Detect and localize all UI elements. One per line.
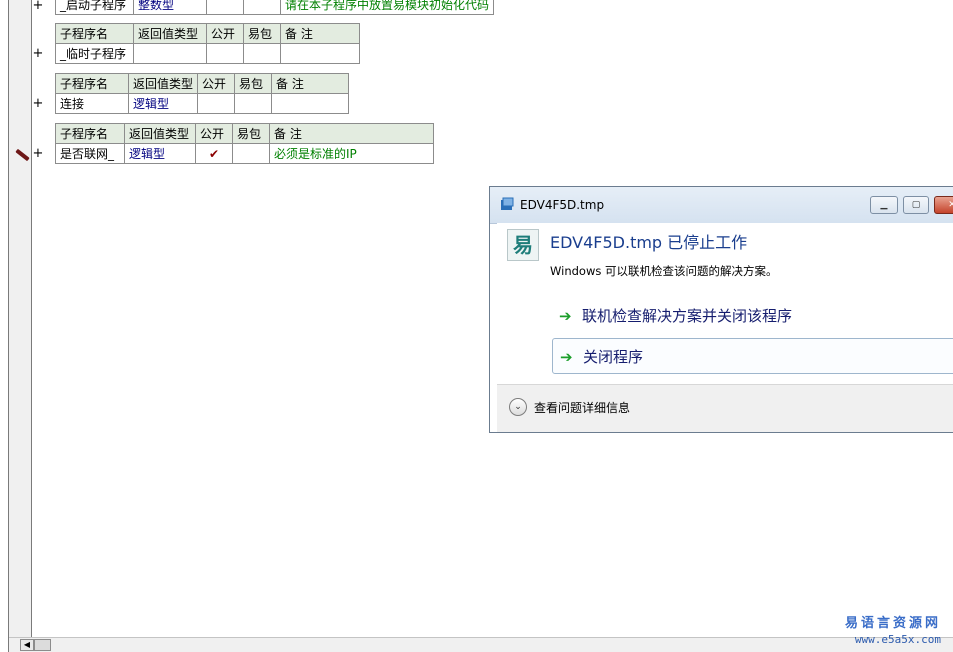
easy-language-app-icon: 易 bbox=[507, 229, 539, 261]
gutter bbox=[9, 0, 31, 638]
maximize-button[interactable]: ▢ bbox=[903, 196, 929, 214]
header-package: 易包 bbox=[234, 73, 273, 94]
crash-dialog: EDV4F5D.tmp ▁ ▢ ✕ 易 EDV4F5D.tmp 已停止工作 Wi… bbox=[489, 186, 953, 433]
header-return-type: 返回值类型 bbox=[133, 23, 207, 44]
subroutine-table: 子程序名 返回值类型 公开 易包 备 注 连接 逻辑型 bbox=[55, 73, 350, 114]
cell-subroutine-name[interactable]: 连接 bbox=[55, 93, 129, 114]
header-subroutine-name: 子程序名 bbox=[55, 73, 129, 94]
minimize-button[interactable]: ▁ bbox=[870, 196, 898, 214]
cell-subroutine-name[interactable]: _启动子程序 bbox=[55, 0, 134, 15]
check-online-and-close-button[interactable]: ➔ 联机检查解决方案并关闭该程序 bbox=[552, 298, 953, 334]
header-remark: 备 注 bbox=[271, 73, 350, 94]
dialog-subtext: Windows 可以联机检查该问题的解决方案。 bbox=[550, 264, 778, 278]
cell-remark[interactable] bbox=[280, 43, 360, 64]
header-return-type: 返回值类型 bbox=[124, 123, 196, 144]
subroutine-table: 子程序名 返回值类型 公开 易包 备 注 _临时子程序 bbox=[55, 23, 360, 64]
cell-remark[interactable] bbox=[271, 93, 350, 114]
header-return-type: 返回值类型 bbox=[127, 73, 199, 94]
cell-public[interactable] bbox=[206, 0, 244, 15]
watermark-url: www.e5a5x.com bbox=[854, 633, 941, 646]
subroutine-table: _启动子程序 整数型 请在本子程序中放置易模块初始化代码 bbox=[55, 0, 495, 15]
header-public: 公开 bbox=[195, 123, 233, 144]
command-label: 联机检查解决方案并关闭该程序 bbox=[582, 307, 793, 325]
header-subroutine-name: 子程序名 bbox=[55, 23, 134, 44]
cell-package[interactable] bbox=[243, 0, 281, 15]
green-arrow-icon: ➔ bbox=[559, 307, 572, 325]
cell-package[interactable] bbox=[243, 43, 281, 64]
cell-remark[interactable]: 必须是标准的IP bbox=[269, 143, 434, 164]
dialog-title: EDV4F5D.tmp bbox=[520, 198, 605, 212]
green-arrow-icon: ➔ bbox=[560, 348, 573, 366]
view-problem-details-link[interactable]: 查看问题详细信息 bbox=[534, 399, 630, 416]
cell-subroutine-name[interactable]: 是否联网_ bbox=[55, 143, 125, 164]
subroutine-table: 子程序名 返回值类型 公开 易包 备 注 是否联网_ 逻辑型 ✔ 必须是标准的I… bbox=[55, 123, 434, 164]
cell-public[interactable] bbox=[197, 93, 236, 114]
scroll-left-arrow-icon[interactable]: ◀ bbox=[20, 639, 34, 651]
header-remark: 备 注 bbox=[269, 123, 434, 144]
header-subroutine-name: 子程序名 bbox=[55, 123, 125, 144]
expand-toggle[interactable]: + bbox=[32, 147, 44, 161]
cell-return-type[interactable]: 整数型 bbox=[133, 0, 207, 15]
dialog-heading: EDV4F5D.tmp 已停止工作 bbox=[550, 233, 748, 252]
cell-public-checkmark[interactable]: ✔ bbox=[195, 143, 233, 164]
watermark-title: 易语言资源网 bbox=[844, 616, 941, 631]
close-program-button[interactable]: ➔ 关闭程序 bbox=[552, 338, 953, 374]
cell-public[interactable] bbox=[206, 43, 244, 64]
expand-toggle[interactable]: + bbox=[32, 97, 44, 111]
dialog-content: 易 EDV4F5D.tmp 已停止工作 Windows 可以联机检查该问题的解决… bbox=[497, 223, 953, 379]
expand-toggle[interactable]: + bbox=[32, 0, 44, 13]
cell-package[interactable] bbox=[232, 143, 270, 164]
horizontal-scrollbar[interactable]: ◀ bbox=[9, 637, 953, 652]
chevron-down-icon[interactable]: ⌄ bbox=[509, 398, 527, 416]
cell-package[interactable] bbox=[234, 93, 273, 114]
command-label: 关闭程序 bbox=[583, 348, 644, 366]
dialog-footer: ⌄ 查看问题详细信息 bbox=[497, 384, 953, 432]
header-public: 公开 bbox=[206, 23, 244, 44]
header-remark: 备 注 bbox=[280, 23, 360, 44]
app-window-icon bbox=[501, 197, 514, 210]
scroll-thumb[interactable] bbox=[34, 639, 51, 651]
header-public: 公开 bbox=[197, 73, 236, 94]
cell-return-type[interactable] bbox=[133, 43, 207, 64]
header-package: 易包 bbox=[243, 23, 281, 44]
cell-return-type[interactable]: 逻辑型 bbox=[127, 93, 199, 114]
expand-toggle[interactable]: + bbox=[32, 47, 44, 61]
header-package: 易包 bbox=[232, 123, 270, 144]
dialog-titlebar[interactable]: EDV4F5D.tmp ▁ ▢ ✕ bbox=[490, 187, 953, 224]
cell-return-type[interactable]: 逻辑型 bbox=[124, 143, 196, 164]
close-button[interactable]: ✕ bbox=[934, 196, 953, 214]
cell-subroutine-name[interactable]: _临时子程序 bbox=[55, 43, 134, 64]
cell-remark[interactable]: 请在本子程序中放置易模块初始化代码 bbox=[279, 0, 495, 15]
